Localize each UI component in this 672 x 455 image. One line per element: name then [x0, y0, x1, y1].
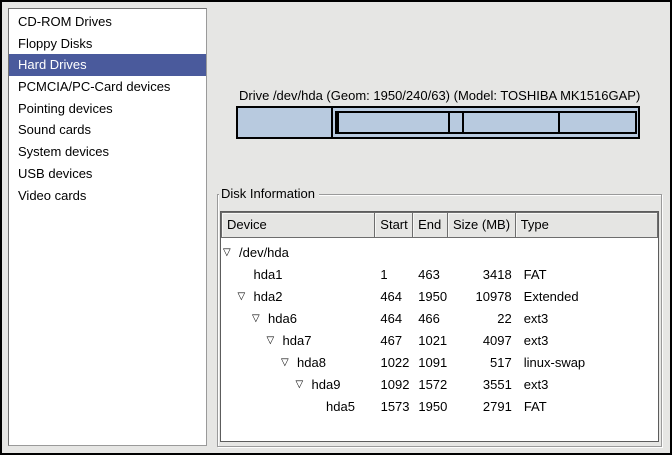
type-cell: ext3 [516, 374, 658, 396]
end-cell: 1572 [413, 374, 448, 396]
expander-open-icon[interactable]: ▽ [238, 286, 254, 308]
sidebar-item-floppy-disks[interactable]: Floppy Disks [9, 33, 206, 55]
table-row-hda6[interactable]: ▽hda646446622ext3 [221, 308, 658, 330]
end-cell: 1091 [413, 352, 448, 374]
table-row-hda1[interactable]: hda1 14633418FAT [221, 264, 658, 286]
table-row-hda9[interactable]: ▽hda9109215723551ext3 [221, 374, 658, 396]
expander-open-icon[interactable]: ▽ [267, 330, 283, 352]
drive-title: Drive /dev/hda (Geom: 1950/240/63) (Mode… [239, 88, 640, 103]
partition-bar [236, 106, 640, 139]
size-cell: 517 [448, 352, 516, 374]
device-name: /dev/hda [239, 242, 289, 264]
expander-open-icon[interactable]: ▽ [252, 308, 268, 330]
device-cell: hda5 [221, 396, 376, 418]
start-cell: 464 [375, 308, 413, 330]
start-cell [375, 242, 413, 264]
size-cell: 2791 [448, 396, 516, 418]
device-cell: ▽hda9 [221, 374, 376, 396]
end-cell: 1950 [413, 396, 448, 418]
device-name: hda1 [254, 264, 283, 286]
device-name: hda7 [283, 330, 312, 352]
device-cell: ▽/dev/hda [221, 242, 375, 264]
device-name: hda9 [312, 374, 341, 396]
end-cell: 1950 [413, 286, 448, 308]
device-cell: hda1 [221, 264, 375, 286]
sidebar-item-hard-drives[interactable]: Hard Drives [9, 54, 206, 76]
device-cell: ▽hda8 [221, 352, 375, 374]
logical-partition-hda5 [560, 113, 635, 132]
extended-partition-hda2 [335, 111, 637, 134]
table-row-hda2[interactable]: ▽hda2464195010978Extended [221, 286, 658, 308]
table-row-hda5[interactable]: hda5 157319502791FAT [221, 396, 658, 418]
column-header-start[interactable]: Start [375, 212, 413, 238]
end-cell: 1021 [413, 330, 448, 352]
size-cell: 3418 [448, 264, 516, 286]
sidebar-item-sound-cards[interactable]: Sound cards [9, 119, 206, 141]
sidebar-item-pcmcia-pc-card-devices[interactable]: PCMCIA/PC-Card devices [9, 76, 206, 98]
start-cell: 464 [375, 286, 413, 308]
device-cell: ▽hda6 [221, 308, 375, 330]
expander-open-icon[interactable]: ▽ [223, 242, 239, 264]
end-cell [413, 242, 448, 264]
type-cell: FAT [516, 396, 658, 418]
size-cell: 4097 [448, 330, 516, 352]
start-cell: 1092 [376, 374, 414, 396]
logical-partition-hda9 [464, 113, 560, 132]
expander-open-icon[interactable]: ▽ [281, 352, 297, 374]
size-cell: 10978 [448, 286, 516, 308]
end-cell: 466 [413, 308, 448, 330]
size-cell: 3551 [448, 374, 516, 396]
hardware-browser-window: CD-ROM DrivesFloppy DisksHard DrivesPCMC… [0, 0, 672, 455]
sidebar-item-usb-devices[interactable]: USB devices [9, 163, 206, 185]
device-category-list: CD-ROM DrivesFloppy DisksHard DrivesPCMC… [8, 8, 207, 446]
partition-segment-hda1 [238, 108, 333, 137]
disk-information-frame-label: Disk Information [219, 186, 319, 201]
sidebar-item-cd-rom-drives[interactable]: CD-ROM Drives [9, 11, 206, 33]
disk-information-frame: Disk Information DeviceStartEndSize (MB)… [217, 194, 662, 447]
sidebar-item-system-devices[interactable]: System devices [9, 141, 206, 163]
device-name: hda8 [297, 352, 326, 374]
end-cell: 463 [413, 264, 448, 286]
table-row--dev-hda[interactable]: ▽/dev/hda [221, 242, 658, 264]
column-header-end[interactable]: End [413, 212, 448, 238]
sidebar-item-pointing-devices[interactable]: Pointing devices [9, 98, 206, 120]
disk-table-rows: ▽/dev/hdahda114633418FAT▽hda246419501097… [221, 238, 658, 418]
expander-open-icon[interactable]: ▽ [296, 374, 312, 396]
device-cell: ▽hda7 [221, 330, 375, 352]
type-cell: FAT [516, 264, 658, 286]
type-cell [516, 242, 658, 264]
device-name: hda2 [254, 286, 283, 308]
sidebar-item-video-cards[interactable]: Video cards [9, 185, 206, 207]
table-row-hda7[interactable]: ▽hda746710214097ext3 [221, 330, 658, 352]
logical-partition-hda8 [450, 113, 464, 132]
type-cell: Extended [516, 286, 658, 308]
logical-partition-hda7 [339, 113, 450, 132]
start-cell: 1022 [375, 352, 413, 374]
start-cell: 1 [375, 264, 413, 286]
type-cell: linux-swap [516, 352, 658, 374]
start-cell: 467 [375, 330, 413, 352]
column-header-size-mb-[interactable]: Size (MB) [448, 212, 516, 238]
type-cell: ext3 [516, 308, 658, 330]
device-cell: ▽hda2 [221, 286, 375, 308]
start-cell: 1573 [376, 396, 414, 418]
column-header-type[interactable]: Type [516, 212, 658, 238]
disk-table-header: DeviceStartEndSize (MB)Type [221, 212, 658, 238]
column-header-device[interactable]: Device [221, 212, 375, 238]
device-name: hda6 [268, 308, 297, 330]
table-row-hda8[interactable]: ▽hda810221091517linux-swap [221, 352, 658, 374]
disk-table: DeviceStartEndSize (MB)Type ▽/dev/hdahda… [220, 211, 659, 442]
size-cell: 22 [448, 308, 516, 330]
device-name: hda5 [326, 396, 355, 418]
type-cell: ext3 [516, 330, 658, 352]
size-cell [448, 242, 516, 264]
